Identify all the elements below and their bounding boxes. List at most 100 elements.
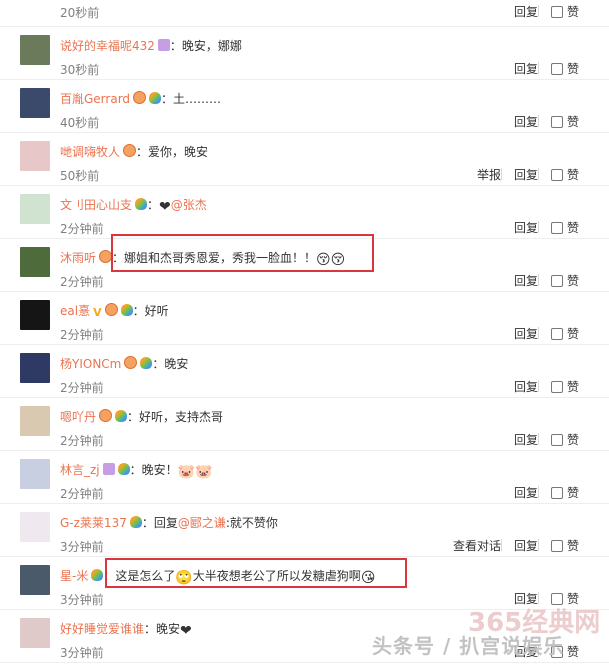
username-link[interactable]: 说好的幸福呢432 [60, 39, 155, 53]
reply-link[interactable]: 回复 [514, 60, 538, 77]
username-link[interactable]: 杨YIONCm [60, 357, 121, 371]
like-button[interactable]: 赞 [550, 272, 579, 289]
username-link[interactable]: 嗯吖丹 [60, 410, 96, 424]
crown-badge-icon [157, 39, 170, 51]
divider [537, 62, 539, 74]
mention-link[interactable]: @郾之谦 [178, 516, 226, 530]
reply-link[interactable]: 回复 [514, 272, 538, 289]
avatar[interactable] [20, 406, 50, 436]
avatar[interactable] [20, 512, 50, 542]
comment-row: 文刂田心山支 ：❤@张杰 2分钟前 回复 赞 [0, 186, 609, 239]
comment-text: ：晚安 [144, 622, 181, 636]
comment-line: eal憙 V ：好听 [60, 302, 609, 320]
comment-text-after: :就不赞你 [225, 516, 278, 530]
reply-link[interactable]: 回复 [514, 537, 538, 554]
comment-actions: 回复 赞 [514, 431, 579, 448]
comment-time: 3分钟前 [60, 593, 104, 607]
divider [537, 486, 539, 498]
avatar[interactable] [20, 141, 50, 171]
username-link[interactable]: 林言_zj [60, 463, 100, 477]
comment-row: eal憙 V ：好听 2分钟前 回复 赞 [0, 292, 609, 345]
avatar[interactable] [20, 459, 50, 489]
avatar[interactable] [20, 194, 50, 224]
username-link[interactable]: eal憙 [60, 304, 90, 318]
avatar[interactable] [20, 353, 50, 383]
comment-line: 嗯吖丹 ：好听，支持杰哥 [60, 408, 609, 426]
like-button[interactable]: 赞 [550, 484, 579, 501]
comment-row: 20秒前 回复 赞 [0, 0, 609, 27]
view-conversation-link[interactable]: 查看对话 [453, 537, 501, 554]
reply-link[interactable]: 回复 [514, 219, 538, 236]
comment-line: G-z莱莱137 ：回复@郾之谦:就不赞你 [60, 514, 609, 532]
like-label: 赞 [566, 486, 579, 500]
reply-link[interactable]: 回复 [514, 325, 538, 342]
emoji-icon: ❤ [180, 623, 192, 639]
comment-time: 2分钟前 [60, 328, 104, 342]
avatar[interactable] [20, 88, 50, 118]
reply-link[interactable]: 回复 [514, 484, 538, 501]
username-link[interactable]: 好好睡觉爱谁谁 [60, 622, 144, 636]
like-label: 赞 [566, 645, 579, 659]
comment-time: 30秒前 [60, 63, 100, 77]
thumbs-up-icon [550, 275, 563, 287]
like-button[interactable]: 赞 [550, 60, 579, 77]
report-link[interactable]: 举报 [477, 166, 501, 183]
like-button[interactable]: 赞 [550, 166, 579, 183]
comment-text: ：晚安，娜娜 [169, 39, 242, 53]
username-link[interactable]: G-z莱莱137 [60, 516, 127, 530]
comment-line: 百胤Gerrard ：土……… [60, 90, 609, 108]
avatar[interactable] [20, 247, 50, 277]
avatar[interactable] [20, 300, 50, 330]
like-button[interactable]: 赞 [550, 537, 579, 554]
username-link[interactable]: 星-米 [60, 569, 88, 583]
comment-actions: 查看对话 回复 赞 [453, 537, 579, 554]
username-link[interactable]: 百胤Gerrard [60, 92, 130, 106]
like-label: 赞 [566, 62, 579, 76]
like-button[interactable]: 赞 [550, 113, 579, 130]
username-link[interactable]: 哋调嗨牧人 [60, 145, 120, 159]
like-label: 赞 [566, 221, 579, 235]
thumbs-up-icon [550, 63, 563, 75]
like-button[interactable]: 赞 [550, 378, 579, 395]
comment-actions: 回复 赞 [514, 272, 579, 289]
thumbs-up-icon [550, 169, 563, 181]
like-button[interactable]: 赞 [550, 325, 579, 342]
reply-link[interactable]: 回复 [514, 166, 538, 183]
reply-link[interactable]: 回复 [514, 113, 538, 130]
like-button[interactable]: 赞 [550, 3, 579, 20]
comment-row: 百胤Gerrard ：土……… 40秒前 回复 赞 [0, 80, 609, 133]
comment-time: 2分钟前 [60, 381, 104, 395]
comment-line: 林言_zj ：晚安！🐷🐷 [60, 461, 609, 480]
comment-actions: 回复 赞 [514, 3, 579, 20]
thumbs-up-icon [550, 328, 563, 340]
mention-link[interactable]: @张杰 [171, 198, 207, 212]
comment-text: ：晚安！ [129, 463, 178, 477]
like-label: 赞 [566, 5, 579, 19]
comment-body: 哋调嗨牧人 ：爱你，晚安 50秒前 举报 回复 赞 [60, 143, 609, 183]
divider [500, 168, 502, 180]
highlight-box-2 [105, 558, 407, 588]
comment-body: eal憙 V ：好听 2分钟前 回复 赞 [60, 302, 609, 342]
avatar[interactable] [20, 565, 50, 595]
comment-actions: 回复 赞 [514, 484, 579, 501]
avatar[interactable] [20, 618, 50, 648]
comment-body: 百胤Gerrard ：土……… 40秒前 回复 赞 [60, 90, 609, 130]
reply-link[interactable]: 回复 [514, 3, 538, 20]
username-link[interactable]: 沐雨听 [60, 251, 96, 265]
vip-badge-icon [133, 91, 147, 104]
divider [537, 168, 539, 180]
vip-badge-icon [123, 144, 137, 157]
divider [537, 5, 539, 17]
like-button[interactable]: 赞 [550, 219, 579, 236]
reply-link[interactable]: 回复 [514, 431, 538, 448]
like-button[interactable]: 赞 [550, 431, 579, 448]
divider [537, 221, 539, 233]
avatar[interactable] [20, 35, 50, 65]
thumbs-up-icon [550, 116, 563, 128]
reply-link[interactable]: 回复 [514, 378, 538, 395]
divider [537, 274, 539, 286]
comment-body: 杨YIONCm ：晚安 2分钟前 回复 赞 [60, 355, 609, 395]
username-link[interactable]: 文刂田心山支 [60, 198, 132, 212]
divider [537, 380, 539, 392]
comment-actions: 回复 赞 [514, 219, 579, 236]
